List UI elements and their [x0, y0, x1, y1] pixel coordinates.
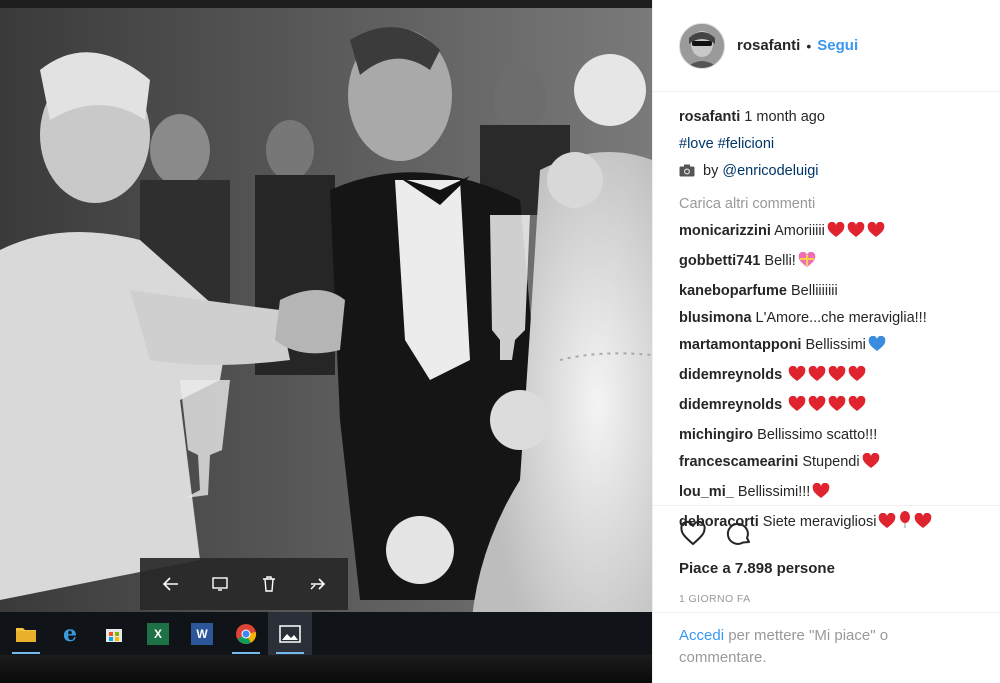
caption-credit-prefix: by [703, 163, 719, 179]
comments-section: rosafanti 1 month ago #love #felicioni b… [653, 92, 1000, 539]
heart-emoji-icon [788, 365, 806, 392]
edge-icon[interactable]: e [48, 612, 92, 656]
comment-text: Belliiiiiii [791, 283, 838, 299]
heart-emoji-icon [828, 365, 846, 392]
heart-emoji-icon [808, 365, 826, 392]
comment-username[interactable]: blusimona [679, 310, 752, 326]
comment-username[interactable]: didemreynolds [679, 397, 782, 413]
post-actions: Piace a 7.898 persone 1 GIORNO FA [653, 505, 1000, 605]
comment-username[interactable]: gobbetti741 [679, 253, 760, 269]
load-more-comments-button[interactable]: Carica altri commenti [679, 196, 815, 212]
comment-row: didemreynolds [679, 362, 974, 392]
post-author-username[interactable]: rosafanti [737, 37, 800, 54]
comment-row: gobbetti741 Belli! [679, 248, 974, 278]
comment-row: martamontapponi Bellissimi [679, 332, 974, 362]
caption-time: 1 month ago [744, 109, 825, 125]
comment-username[interactable]: kaneboparfume [679, 283, 787, 299]
login-link[interactable]: Accedi [679, 627, 724, 644]
back-arrow-icon[interactable] [154, 567, 188, 601]
caption-username[interactable]: rosafanti [679, 109, 740, 125]
caption-hashtags[interactable]: #love #felicioni [679, 136, 774, 152]
heart-emoji-icon [788, 395, 806, 422]
comment-row: francescamearini Stupendi [679, 449, 974, 479]
file-explorer-icon[interactable] [4, 612, 48, 656]
camera-icon [679, 160, 695, 187]
windows-taskbar: e X W [0, 612, 652, 656]
comment-username[interactable]: lou_mi_ [679, 484, 734, 500]
comment-username[interactable]: francescamearini [679, 454, 798, 470]
blue-heart-emoji-icon [868, 335, 886, 362]
gift-heart-emoji-icon [798, 251, 816, 278]
post-timestamp: 1 GIORNO FA [679, 593, 751, 605]
comment-text: L'Amore...che meraviglia!!! [755, 310, 927, 326]
comment-text: Bellissimi [805, 337, 866, 353]
post-sidebar: rosafanti • Segui rosafanti 1 month ago … [652, 0, 1000, 683]
likes-count[interactable]: Piace a 7.898 persone [679, 560, 975, 577]
heart-emoji-icon [827, 221, 845, 248]
comment-text: Stupendi [802, 454, 860, 470]
comment-username[interactable]: didemreynolds [679, 367, 782, 383]
comment-text: Belli! [764, 253, 796, 269]
comment-row: michingiro Bellissimo scatto!!! [679, 422, 974, 449]
comment-username[interactable]: martamontapponi [679, 337, 801, 353]
heart-emoji-icon [808, 395, 826, 422]
comment-text: Bellissimi!!! [737, 484, 811, 500]
caption-credit-mention[interactable]: @enricodeluigi [722, 163, 818, 179]
monitor-bezel [0, 655, 652, 683]
avatar[interactable] [679, 22, 725, 69]
photos-icon[interactable] [268, 612, 312, 656]
photo-viewer-toolbar [140, 558, 348, 610]
follow-button[interactable]: Segui [817, 37, 858, 54]
comment-bubble-icon[interactable] [725, 520, 753, 548]
comment-row: blusimona L'Amore...che meraviglia!!! [679, 305, 974, 332]
post-caption: rosafanti 1 month ago #love #felicioni b… [679, 104, 974, 187]
comment-row: monicarizzini Amoriiiii [679, 218, 974, 248]
heart-emoji-icon [862, 452, 880, 479]
comment-text: Bellissimo scatto!!! [757, 427, 878, 443]
chrome-icon[interactable] [224, 612, 268, 656]
share-icon[interactable] [301, 567, 335, 601]
excel-icon[interactable]: X [136, 612, 180, 656]
login-prompt: Accedi per mettere "Mi piace" o commenta… [653, 612, 1000, 683]
comment-row: kaneboparfume Belliiiiiii [679, 278, 974, 305]
header-separator: • [806, 37, 812, 54]
like-heart-icon[interactable] [679, 520, 707, 548]
heart-emoji-icon [828, 395, 846, 422]
heart-emoji-icon [848, 395, 866, 422]
slideshow-icon[interactable] [203, 567, 237, 601]
comment-row: didemreynolds [679, 392, 974, 422]
post-photo[interactable]: e X W [0, 0, 652, 683]
comment-text: Amoriiiii [774, 223, 825, 239]
post-header: rosafanti • Segui [653, 0, 1000, 92]
comment-list: monicarizzini Amoriiiii gobbetti741 Belli… [679, 218, 974, 539]
store-icon[interactable] [92, 612, 136, 656]
comment-username[interactable]: monicarizzini [679, 223, 771, 239]
trash-icon[interactable] [252, 567, 286, 601]
word-icon[interactable]: W [180, 612, 224, 656]
heart-emoji-icon [847, 221, 865, 248]
heart-emoji-icon [848, 365, 866, 392]
heart-emoji-icon [867, 221, 885, 248]
comment-username[interactable]: michingiro [679, 427, 753, 443]
